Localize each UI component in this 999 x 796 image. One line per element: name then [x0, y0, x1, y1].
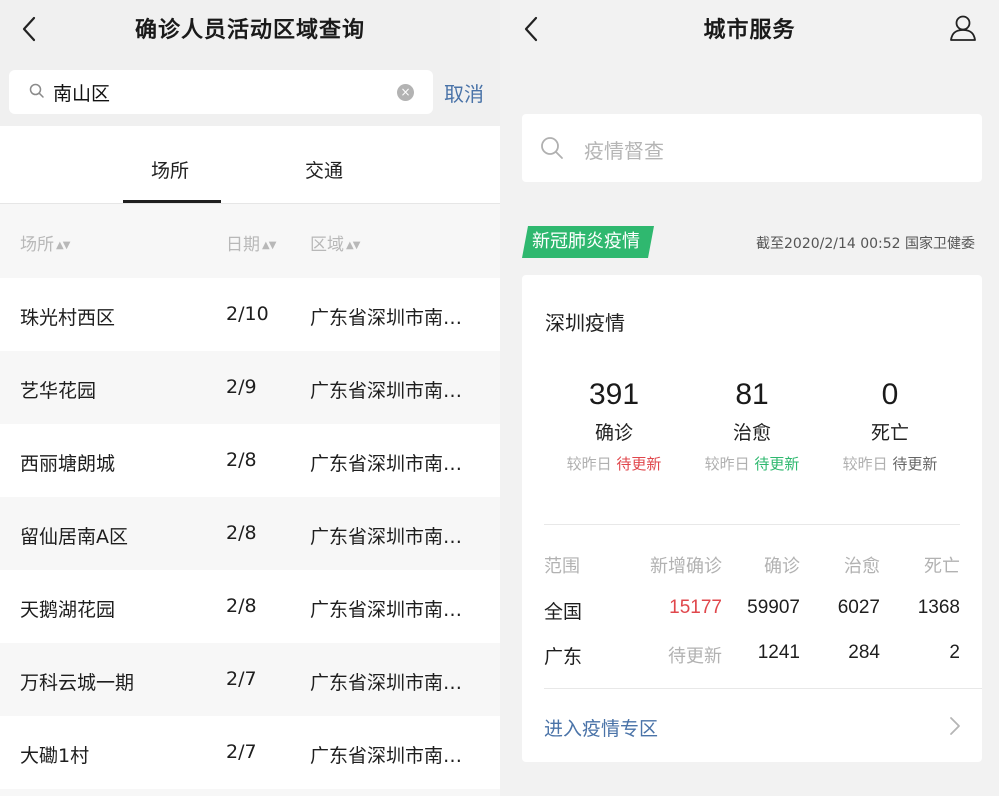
- table-cell-dead: 2: [949, 642, 960, 663]
- tab-transport[interactable]: 交通: [305, 156, 343, 183]
- divider: [544, 688, 982, 689]
- clear-icon[interactable]: ×: [397, 84, 414, 101]
- epidemic-zone-link[interactable]: 进入疫情专区: [544, 714, 658, 741]
- divider: [544, 524, 960, 525]
- place-cell: 万科云城一期: [20, 672, 135, 694]
- table-header-cured: 治愈: [844, 556, 880, 577]
- column-header-area[interactable]: 区域 ▲▼: [310, 230, 360, 255]
- search-icon: [29, 83, 44, 98]
- column-header-label: 区域: [310, 235, 344, 255]
- place-cell: 珠光村西区: [20, 307, 116, 329]
- place-cell: 西丽塘朗城: [20, 453, 116, 475]
- chevron-right-icon[interactable]: [948, 715, 962, 737]
- search-box: ×: [9, 70, 433, 114]
- table-cell-dead: 1368: [917, 597, 960, 618]
- stat-compare: 较昨日 待更新: [682, 453, 822, 474]
- date-cell: 2/8: [226, 522, 257, 544]
- table-cell-cured: 6027: [837, 597, 880, 618]
- location-query-panel: 确诊人员活动区域查询 × 取消 场所 交通 场所▲▼ 日期▲▼ 区域▲▼ 珠光村…: [0, 0, 500, 796]
- stat-compare: 较昨日 待更新: [544, 453, 684, 474]
- table-cell-confirmed: 1241: [757, 642, 800, 663]
- stat-compare-prefix: 较昨日: [842, 455, 888, 473]
- date-cell: 2/8: [226, 595, 257, 617]
- date-cell: 2/9: [226, 376, 257, 398]
- table-row[interactable]: 珠光村西区 2/10 广东省深圳市南…: [0, 278, 500, 351]
- stat-value: 81: [735, 378, 769, 411]
- date-cell: 2/7: [226, 741, 257, 763]
- table-row[interactable]: 万科云城一期 2/7 广东省深圳市南…: [0, 643, 500, 716]
- column-header-label: 场所: [20, 235, 54, 255]
- search-input[interactable]: [53, 76, 393, 108]
- table-cell-scope: 广东: [544, 646, 583, 668]
- sort-icon: ▲▼: [262, 240, 276, 251]
- table-cell-new: 15177: [669, 597, 722, 618]
- stat-value: 0: [881, 378, 899, 411]
- table-header-new: 新增确诊: [650, 556, 722, 577]
- area-cell: 广东省深圳市南…: [310, 526, 463, 548]
- table-row[interactable]: 天鹅湖花园 2/8 广东省深圳市南…: [0, 570, 500, 643]
- area-cell: 广东省深圳市南…: [310, 453, 463, 475]
- tab-places[interactable]: 场所: [151, 156, 189, 183]
- stat-label: 确诊: [594, 422, 633, 444]
- card-title: 深圳疫情: [545, 311, 625, 335]
- place-cell: 艺华花园: [20, 380, 97, 402]
- stat-compare-prefix: 较昨日: [566, 455, 612, 473]
- area-cell: 广东省深圳市南…: [310, 380, 463, 402]
- table-row[interactable]: 大磡1村 2/7 广东省深圳市南…: [0, 716, 500, 789]
- user-icon[interactable]: [948, 13, 978, 43]
- area-cell: 广东省深圳市南…: [310, 599, 463, 621]
- table-cell-cured: 284: [848, 642, 880, 663]
- table-row[interactable]: 留仙居南A区 2/8 广东省深圳市南…: [0, 497, 500, 570]
- area-cell: 广东省深圳市南…: [310, 307, 463, 329]
- table-cell-new: 待更新: [668, 646, 722, 667]
- active-tab-indicator: [123, 200, 221, 203]
- page-title: 确诊人员活动区域查询: [134, 18, 365, 43]
- date-cell: 2/8: [226, 449, 257, 471]
- stat-label: 死亡: [870, 422, 909, 444]
- column-header-date[interactable]: 日期 ▲▼: [226, 230, 276, 255]
- top-nav-bar: 确诊人员活动区域查询: [0, 0, 500, 58]
- tab-bar: 场所 交通: [0, 126, 500, 204]
- table-header-scope: 范围: [544, 556, 580, 577]
- stat-compare-value: 待更新: [616, 455, 662, 473]
- search-placeholder: 疫情督查: [584, 139, 664, 163]
- section-badge: 新冠肺炎疫情: [522, 226, 654, 258]
- stat-value: 391: [588, 378, 640, 411]
- table-header-confirmed: 确诊: [764, 556, 800, 577]
- date-cell: 2/10: [226, 303, 269, 325]
- stat-cured: 81 治愈 较昨日 待更新: [682, 378, 822, 474]
- stat-compare-value: 待更新: [892, 455, 938, 473]
- table-row[interactable]: 西丽塘朗城 2/8 广东省深圳市南…: [0, 424, 500, 497]
- table-cell-scope: 全国: [544, 601, 583, 623]
- table-row[interactable]: 艺华花园 2/9 广东省深圳市南…: [0, 351, 500, 424]
- area-cell: 广东省深圳市南…: [310, 672, 463, 694]
- column-header-place[interactable]: 场所 ▲▼: [20, 230, 70, 255]
- stat-compare-prefix: 较昨日: [704, 455, 750, 473]
- place-cell: 天鹅湖花园: [20, 599, 116, 621]
- data-source-note: 截至2020/2/14 00:52 国家卫健委: [756, 236, 976, 252]
- stat-compare: 较昨日 待更新: [820, 453, 960, 474]
- area-cell: 广东省深圳市南…: [310, 745, 463, 767]
- results-list: 珠光村西区 2/10 广东省深圳市南… 艺华花园 2/9 广东省深圳市南… 西丽…: [0, 278, 500, 789]
- sort-icon: ▲▼: [346, 240, 360, 251]
- sort-icon: ▲▼: [56, 240, 70, 251]
- city-services-panel: 城市服务 疫情督查 新冠肺炎疫情 截至2020/2/14 00:52 国家卫健委…: [500, 0, 999, 796]
- table-header: 场所 ▲▼ 日期 ▲▼ 区域 ▲▼: [0, 205, 500, 278]
- place-cell: 大磡1村: [20, 745, 90, 767]
- search-icon: [541, 137, 563, 159]
- date-cell: 2/7: [226, 668, 257, 690]
- cancel-button[interactable]: 取消: [444, 78, 484, 107]
- stat-confirmed: 391 确诊 较昨日 待更新: [544, 378, 684, 474]
- stat-dead: 0 死亡 较昨日 待更新: [820, 378, 960, 474]
- place-cell: 留仙居南A区: [20, 526, 128, 548]
- table-header-dead: 死亡: [924, 556, 960, 577]
- column-header-label: 日期: [226, 235, 260, 255]
- page-title: 城市服务: [703, 18, 796, 43]
- search-row: × 取消: [0, 58, 500, 126]
- stat-compare-value: 待更新: [754, 455, 800, 473]
- stat-label: 治愈: [732, 422, 771, 444]
- table-cell-confirmed: 59907: [747, 597, 800, 618]
- search-input[interactable]: 疫情督查: [522, 114, 982, 182]
- epidemic-card: 深圳疫情 391 确诊 较昨日 待更新 81 治愈 较昨日 待更新 0 死亡 较…: [522, 275, 982, 762]
